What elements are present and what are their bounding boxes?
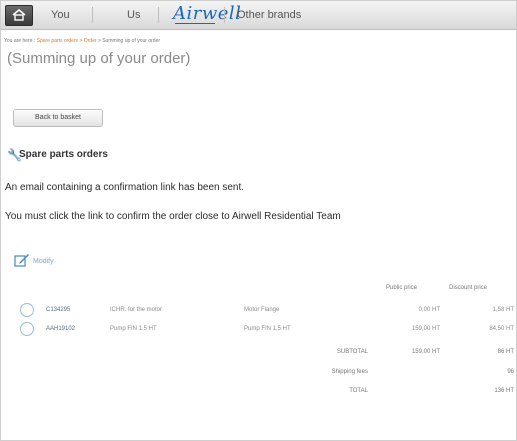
breadcrumb-current: > Summing up of your order (96, 38, 161, 44)
column-header-public-price: Public price (386, 285, 418, 291)
row-model: Motor Flange (244, 307, 280, 313)
subtotal-public: 159,00 HT (411, 349, 440, 355)
column-header-discount-price: Discount price (449, 285, 488, 291)
nav-tab-other-brands[interactable]: Other brands (237, 9, 301, 21)
section-title: Spare parts orders (19, 149, 108, 160)
row-discount-price: 84,50 HT (489, 326, 514, 332)
modify-link[interactable]: Modify (33, 258, 54, 265)
total-value: 136 HT (494, 388, 514, 394)
page-title: (Summing up of your order) (7, 50, 191, 67)
breadcrumb-link[interactable]: Spare parts orders > Order (37, 38, 97, 44)
pencil-icon[interactable] (14, 253, 30, 267)
product-icon (20, 303, 34, 317)
subtotal-discount: 86 HT (497, 349, 514, 355)
row-reference[interactable]: AAH19102 (46, 326, 75, 332)
total-label: TOTAL (349, 388, 368, 394)
product-icon (20, 322, 34, 336)
row-public-price: 0,00 HT (418, 307, 440, 313)
row-discount-price: 1,58 HT (492, 307, 514, 313)
row-public-price: 159,00 HT (411, 326, 440, 332)
confirmation-message: An email containing a confirmation link … (5, 182, 245, 193)
row-description: ICHR. for the motor (110, 307, 163, 313)
logo-underline (175, 23, 215, 24)
subtotal-label: SUBTOTAL (336, 349, 368, 355)
nav-divider (92, 7, 93, 23)
nav-divider (158, 7, 159, 23)
back-to-basket-button[interactable]: Back to basket (13, 109, 103, 127)
nav-divider (224, 7, 225, 23)
shipping-value: 96 (507, 369, 514, 375)
nav-tab-you[interactable]: You (51, 9, 70, 21)
home-icon (12, 9, 26, 21)
row-description: Pump FIN 1.5 HT (110, 326, 157, 332)
breadcrumb: You are here : Spare parts orders > Orde… (4, 38, 160, 44)
row-model: Pump FIN 1.5 HT (244, 326, 291, 332)
instruction-message: You must click the link to confirm the o… (5, 211, 341, 222)
row-reference[interactable]: C134295 (46, 307, 70, 313)
home-button[interactable] (5, 5, 33, 26)
shipping-label: Shipping fees (331, 369, 368, 375)
top-navigation: You Us Airwell Other brands (1, 1, 516, 30)
airwell-logo[interactable]: Airwell (173, 3, 241, 24)
nav-tab-us[interactable]: Us (127, 9, 140, 21)
breadcrumb-prefix: You are here : (4, 38, 37, 44)
